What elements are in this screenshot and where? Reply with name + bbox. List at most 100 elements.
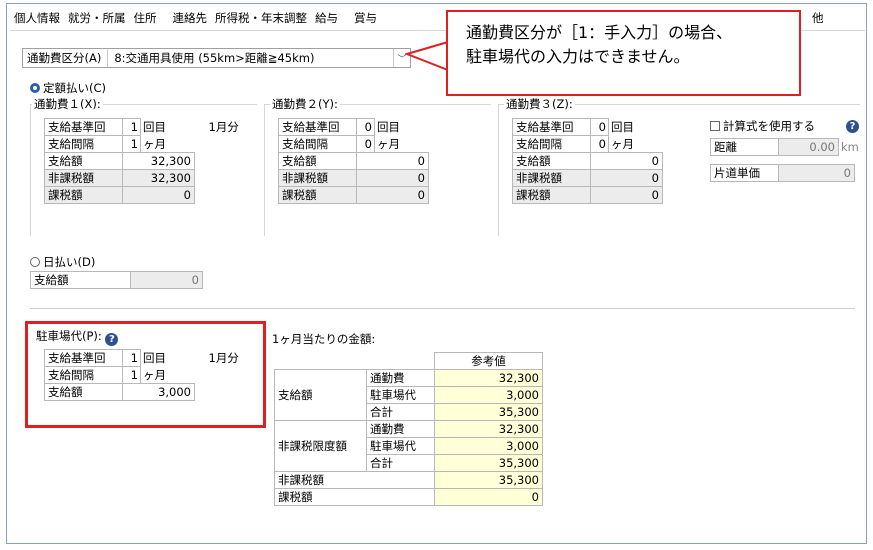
commute-2-table: 支給基準回 0 回目 支給間隔 0 ヶ月 支給額 0 非課税額 0 課税額 0	[278, 118, 429, 204]
commute-2-title: 通勤費２(Y):	[270, 96, 340, 112]
daily-pay-label: 日払い(D)	[43, 255, 96, 269]
parking-title: 駐車場代(P): ?	[36, 328, 119, 346]
pay-label: 支給額	[44, 152, 123, 170]
base-label: 支給基準回	[512, 118, 591, 136]
distance-value: 0.00	[778, 138, 839, 156]
tax-amount-label: 課税額	[274, 488, 435, 506]
nontax-label: 非課税額	[512, 169, 591, 187]
tab-bonus[interactable]: 賞与	[350, 6, 381, 30]
tax-amount-value: 0	[434, 488, 543, 506]
interval-label: 支給間隔	[44, 135, 123, 153]
daily-pay-amount-value: 0	[130, 271, 203, 289]
daily-pay-amount-label: 支給額	[30, 271, 131, 289]
nontax-amount-value: 35,300	[434, 471, 543, 489]
interval-label: 支給間隔	[44, 366, 123, 384]
commute-3-nontax-value: 0	[590, 169, 663, 187]
use-formula-checkbox[interactable]: 計算式を使用する	[710, 118, 815, 134]
tab-other[interactable]: 他	[812, 10, 824, 26]
row-total-label: 合計	[366, 403, 435, 421]
nontax-amount-label: 非課税額	[274, 471, 435, 489]
parking-interval-input[interactable]: 1	[122, 366, 141, 384]
row-parking-label: 駐車場代	[366, 386, 435, 404]
commute-2-interval-input[interactable]: 0	[356, 135, 375, 153]
commute-type-value: 8:交通用具使用 (55km>距離≧45km)	[114, 51, 315, 65]
use-formula-label: 計算式を使用する	[723, 119, 815, 133]
daily-pay-radio[interactable]: 日払い(D)	[30, 254, 95, 270]
base-unit: 回目	[143, 351, 166, 365]
interval-unit: ヶ月	[143, 367, 166, 382]
interval-label: 支給間隔	[278, 135, 357, 153]
row-commute-label: 通勤費	[366, 420, 435, 438]
base-unit: 回目	[143, 120, 166, 134]
commute-type-select[interactable]: 通勤費区分(A) 8:交通用具使用 (55km>距離≧45km) ﹀	[22, 48, 411, 68]
commute-2-base-input[interactable]: 0	[356, 118, 375, 136]
commute-3-title: 通勤費３(Z):	[504, 96, 575, 112]
commute-1-title: 通勤費１(X):	[32, 96, 103, 112]
pay-label: 支給額	[44, 383, 123, 401]
tab-address[interactable]: 住所	[130, 6, 161, 30]
distance-table: 距離 0.00 km	[710, 138, 862, 156]
pay-label: 支給額	[278, 152, 357, 170]
checkbox-icon	[710, 121, 720, 131]
tab-personal-info[interactable]: 個人情報	[10, 6, 64, 30]
tab-income-tax[interactable]: 所得税・年末調整	[211, 6, 311, 30]
section-divider	[30, 308, 855, 309]
interval-label: 支給間隔	[512, 135, 591, 153]
unit-price-value: 0	[778, 164, 855, 182]
tab-salary[interactable]: 給与	[311, 6, 342, 30]
interval-unit: ヶ月	[143, 136, 166, 151]
callout-line-1: 通勤費区分が［1：手入力］の場合、	[466, 23, 733, 42]
parking-base-input[interactable]: 1	[122, 349, 141, 367]
commute-type-label: 通勤費区分(A)	[23, 49, 109, 67]
tab-bar: 個人情報 就労・所属 住所 連絡先 所得税・年末調整 給与 賞与	[10, 6, 381, 30]
fixed-pay-radio[interactable]: 定額払い(C)	[30, 80, 106, 96]
pay-label: 支給額	[512, 152, 591, 170]
base-unit: 回目	[377, 120, 400, 134]
row-total-label: 合計	[366, 454, 435, 472]
radio-selected-icon	[30, 83, 40, 93]
callout-note: 通勤費区分が［1：手入力］の場合、 駐車場代の入力はできません。	[446, 10, 801, 96]
parking-pay-input[interactable]: 3,000	[122, 383, 195, 401]
nontax-limit-total-value: 35,300	[434, 454, 543, 472]
commute-1-pay-input[interactable]: 32,300	[122, 152, 195, 170]
tab-employment[interactable]: 就労・所属	[64, 6, 130, 30]
base-extra: 1月分	[208, 351, 239, 365]
nontax-limit-parking-value: 3,000	[434, 437, 543, 455]
base-unit: 回目	[611, 120, 634, 134]
interval-unit: ヶ月	[611, 136, 634, 151]
radio-unselected-icon	[30, 257, 40, 267]
commute-1-interval-input[interactable]: 1	[122, 135, 141, 153]
nontax-label: 非課税額	[44, 169, 123, 187]
commute-1-nontax-value: 32,300	[122, 169, 195, 187]
distance-label: 距離	[710, 138, 779, 156]
nontax-limit-group-label: 非課税限度額	[274, 420, 367, 472]
base-extra: 1月分	[208, 120, 239, 134]
commute-3-interval-input[interactable]: 0	[590, 135, 609, 153]
commute-3-table: 支給基準回 0 回目 支給間隔 0 ヶ月 支給額 0 非課税額 0 課税額 0	[512, 118, 663, 204]
commute-3-pay-input[interactable]: 0	[590, 152, 663, 170]
unit-price-label: 片道単価	[710, 164, 779, 182]
tax-label: 課税額	[278, 186, 357, 204]
base-label: 支給基準回	[44, 118, 123, 136]
commute-1-table: 支給基準回 1 回目 1月分 支給間隔 1 ヶ月 支給額 32,300 非課税額…	[44, 118, 243, 204]
commute-1-tax-value: 0	[122, 186, 195, 204]
row-commute-label: 通勤費	[366, 369, 435, 387]
row-parking-label: 駐車場代	[366, 437, 435, 455]
daily-pay-table: 支給額 0	[30, 271, 203, 289]
pay-commute-value: 32,300	[434, 369, 543, 387]
commute-1-base-input[interactable]: 1	[122, 118, 141, 136]
help-icon[interactable]: ?	[105, 333, 119, 346]
unit-price-table: 片道単価 0	[710, 164, 855, 182]
monthly-title: 1ヶ月当たりの金額:	[272, 332, 376, 346]
column-header: 参考値	[434, 352, 543, 370]
commute-2-pay-input[interactable]: 0	[356, 152, 429, 170]
monthly-reference-table: 参考値 支給額 通勤費 32,300 駐車場代 3,000 合計 35,300 …	[274, 352, 543, 506]
callout-pointer	[405, 40, 450, 72]
help-icon[interactable]: ?	[846, 120, 859, 133]
commute-2-nontax-value: 0	[356, 169, 429, 187]
commute-3-tax-value: 0	[590, 186, 663, 204]
pay-parking-value: 3,000	[434, 386, 543, 404]
parking-table: 支給基準回 1 回目 1月分 支給間隔 1 ヶ月 支給額 3,000	[44, 349, 243, 401]
tab-contact[interactable]: 連絡先	[169, 6, 212, 30]
commute-3-base-input[interactable]: 0	[590, 118, 609, 136]
